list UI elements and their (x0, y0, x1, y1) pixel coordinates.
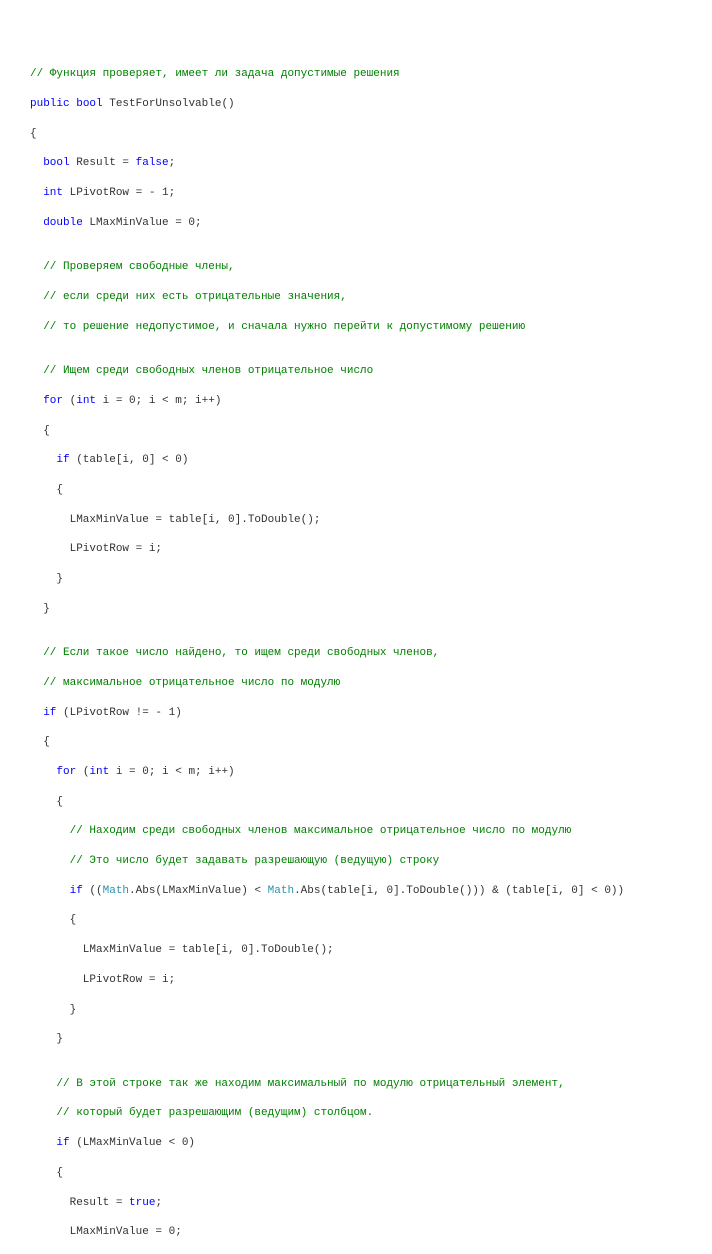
comment: // В этой строке так же находим максимал… (30, 1078, 565, 1090)
code: LPivotRow = - 1; (63, 187, 175, 199)
comment: // то решение недопустимое, и сначала ну… (30, 321, 525, 333)
type: Math (268, 885, 294, 897)
keyword: int (89, 766, 109, 778)
comment: // Проверяем свободные члены, (30, 261, 235, 273)
code: (LMaxMinValue < 0) (70, 1137, 195, 1149)
code: ( (63, 395, 76, 407)
code: (table[i, 0] < 0) (70, 454, 189, 466)
code: i = 0; i < m; i++) (109, 766, 234, 778)
keyword: true (129, 1197, 155, 1209)
method-name: TestForUnsolvable() (103, 98, 235, 110)
keyword: bool (76, 98, 102, 110)
brace: } (30, 1004, 76, 1016)
keyword: false (136, 157, 169, 169)
code: LMaxMinValue = table[i, 0].ToDouble(); (30, 514, 320, 526)
comment: // Это число будет задавать разрешающую … (30, 855, 439, 867)
code: i = 0; i < m; i++) (96, 395, 221, 407)
code: LMaxMinValue = 0; (83, 217, 202, 229)
brace: { (30, 425, 50, 437)
keyword: for (30, 395, 63, 407)
brace: { (30, 128, 37, 140)
code: (LPivotRow != - 1) (56, 707, 181, 719)
keyword: public (30, 98, 70, 110)
brace: } (30, 573, 63, 585)
keyword: if (30, 885, 83, 897)
comment: // Функция проверяет, имеет ли задача до… (30, 68, 400, 80)
brace: { (30, 736, 50, 748)
type: Math (103, 885, 129, 897)
code: Result = (70, 157, 136, 169)
brace: { (30, 484, 63, 496)
comment: // Находим среди свободных членов максим… (30, 825, 571, 837)
keyword: double (30, 217, 83, 229)
keyword: if (30, 707, 56, 719)
comment: // если среди них есть отрицательные зна… (30, 291, 347, 303)
code: LPivotRow = i; (30, 543, 162, 555)
code: ; (169, 157, 176, 169)
keyword: bool (30, 157, 70, 169)
comment: // Если такое число найдено, то ищем сре… (30, 647, 439, 659)
code: ( (76, 766, 89, 778)
brace: } (30, 603, 50, 615)
code: LPivotRow = i; (30, 974, 175, 986)
keyword: int (30, 187, 63, 199)
comment: // Ищем среди свободных членов отрицател… (30, 365, 373, 377)
comment: // максимальное отрицательное число по м… (30, 677, 340, 689)
brace: { (30, 914, 76, 926)
keyword: int (76, 395, 96, 407)
brace: { (30, 1167, 63, 1179)
brace: { (30, 796, 63, 808)
keyword: if (30, 1137, 70, 1149)
code: .Abs(table[i, 0].ToDouble())) & (table[i… (294, 885, 624, 897)
code: (( (83, 885, 103, 897)
comment: // который будет разрешающим (ведущим) с… (30, 1107, 373, 1119)
keyword: for (30, 766, 76, 778)
code: ; (155, 1197, 162, 1209)
code: LMaxMinValue = table[i, 0].ToDouble(); (30, 944, 334, 956)
code: Result = (30, 1197, 129, 1209)
keyword: if (30, 454, 70, 466)
brace: } (30, 1033, 63, 1045)
code: LMaxMinValue = 0; (30, 1226, 182, 1238)
code: .Abs(LMaxMinValue) < (129, 885, 268, 897)
